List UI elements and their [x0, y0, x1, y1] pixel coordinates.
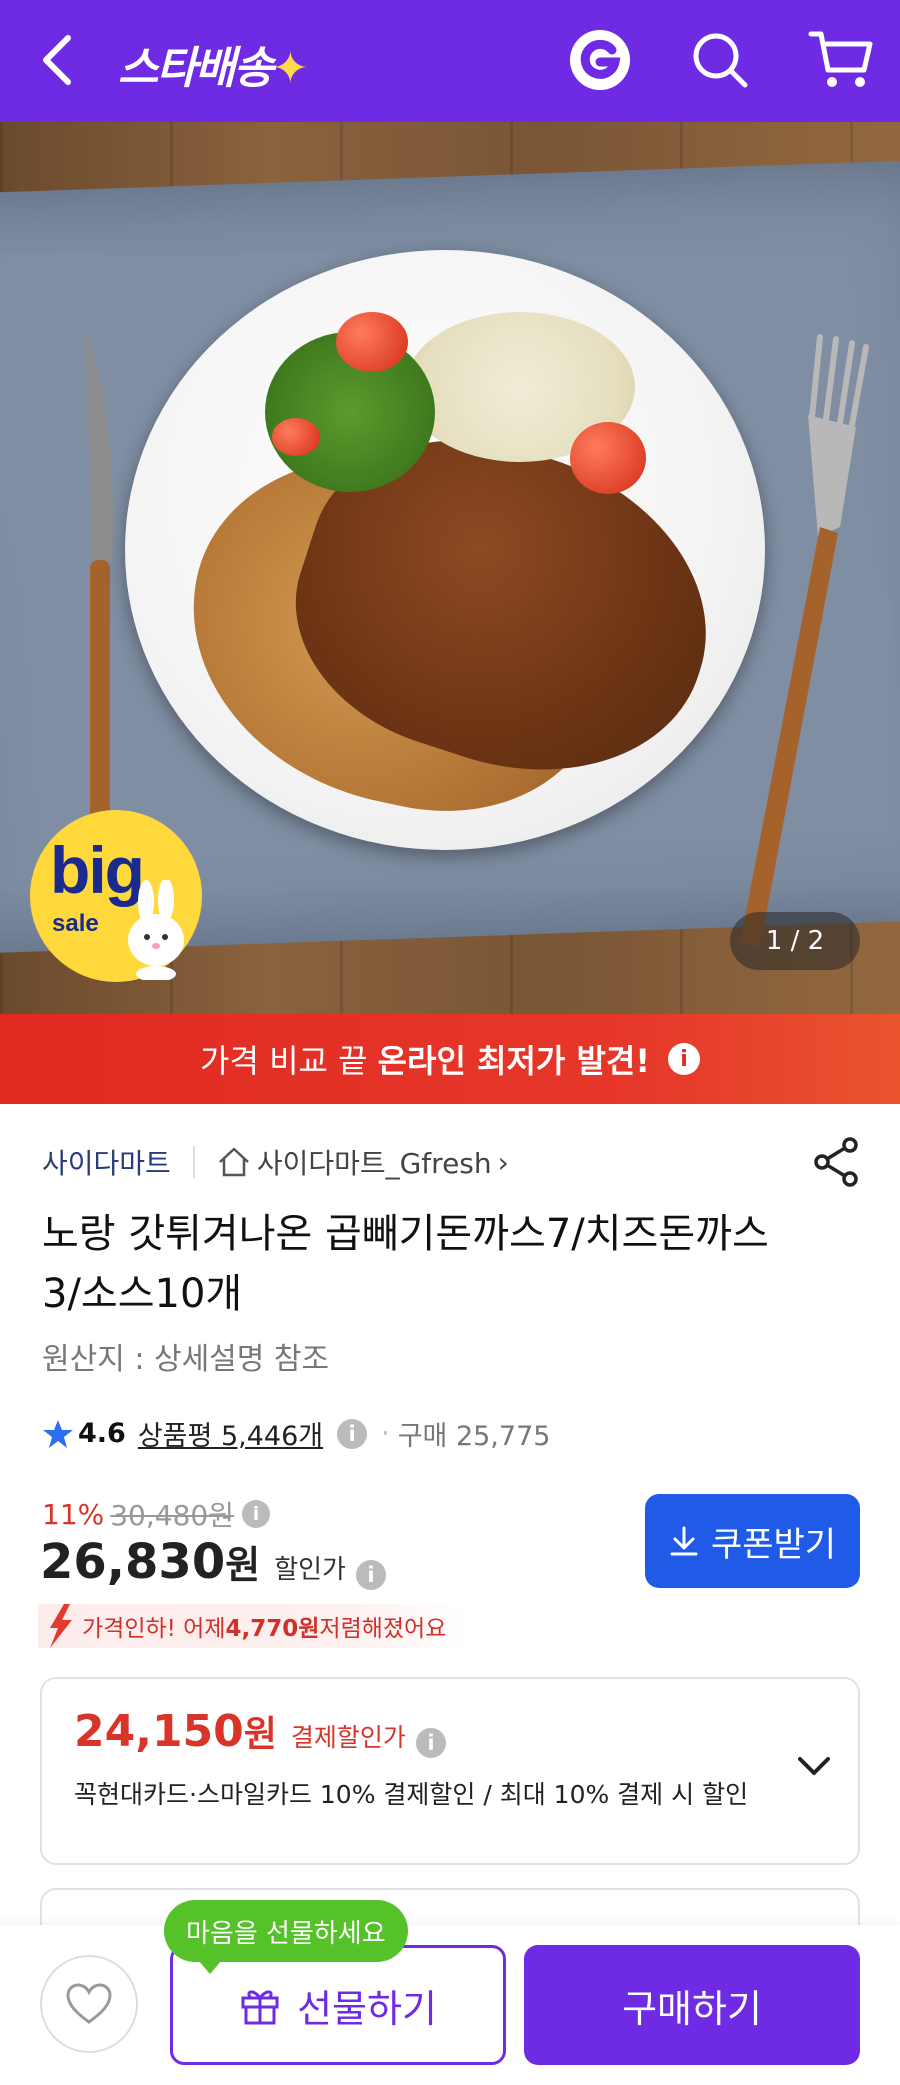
price-drop-text-post: 저렴해졌어요	[319, 1616, 447, 1642]
back-arrow-icon[interactable]	[38, 30, 78, 90]
currency-won: 원	[243, 1714, 277, 1755]
tomato	[570, 422, 646, 494]
image-counter: 1 / 2	[730, 912, 860, 970]
buy-button[interactable]: 구매하기	[524, 1945, 860, 2065]
reviews-link[interactable]: 상품평 5,446개	[138, 1414, 323, 1453]
search-icon[interactable]	[690, 30, 750, 90]
price-drop-text-pre: 가격인하! 어제	[82, 1616, 226, 1642]
buy-button-label: 구매하기	[622, 1986, 762, 2031]
info-icon[interactable]: i	[337, 1418, 368, 1449]
cart-icon[interactable]	[808, 28, 874, 92]
share-icon[interactable]	[812, 1136, 862, 1188]
payment-discount-card[interactable]: 24,150 원 결제할인가 i 꼭현대카드·스마일카드 10% 결제할인 / …	[40, 1677, 860, 1865]
sparkle-icon: ✦	[271, 43, 309, 94]
price-drop-notice: 가격인하! 어제 4,770원 저렴해졌어요	[38, 1604, 467, 1648]
gift-icon	[241, 1990, 279, 2025]
product-image-carousel[interactable]: big sale 1 / 2	[0, 122, 900, 1014]
coupon-button[interactable]: 쿠폰받기	[645, 1494, 860, 1588]
home-icon	[218, 1147, 249, 1177]
big-sale-badge: big sale	[30, 810, 202, 982]
store-name: 사이다마트_Gfresh	[256, 1147, 492, 1180]
rating-row: 4.6 상품평 5,446개 i · 구매 25,775	[42, 1414, 550, 1453]
heart-icon	[66, 1983, 112, 2024]
info-icon[interactable]: i	[667, 1043, 700, 1075]
info-icon[interactable]: i	[241, 1500, 270, 1528]
banner-prefix: 가격 비교 끝	[200, 1042, 368, 1080]
sale-price-label: 할인가	[274, 1555, 346, 1585]
discount-row: 11% 30,480원 i	[42, 1494, 270, 1534]
gmarket-g-icon[interactable]	[568, 28, 632, 92]
tomato	[272, 418, 320, 456]
down-arrow-icon	[50, 1604, 72, 1648]
divider	[192, 1146, 195, 1178]
product-title: 노랑 갓튀겨나온 곱빼기돈까스7/치즈돈까스3/소스10개	[42, 1211, 769, 1317]
info-icon[interactable]: i	[355, 1560, 386, 1590]
app-logo[interactable]: 스타배송✦	[118, 32, 309, 96]
chevron-down-icon[interactable]	[794, 1747, 834, 1787]
top-bar: 스타배송✦	[0, 0, 900, 122]
payment-price-row: 24,150 원 결제할인가 i	[74, 1705, 446, 1758]
price-drop-amount: 4,770원	[225, 1616, 320, 1642]
rating-score: 4.6	[78, 1418, 126, 1449]
payment-price-label: 결제할인가	[290, 1723, 406, 1752]
dot-separator: ·	[381, 1418, 390, 1449]
info-icon[interactable]: i	[415, 1728, 446, 1758]
lowest-price-banner[interactable]: 가격 비교 끝 온라인 최저가 발견! i	[0, 1014, 900, 1104]
sale-price: 26,830	[40, 1534, 226, 1590]
origin-text: 원산지 : 상세설명 참조	[42, 1342, 330, 1377]
download-icon	[670, 1526, 698, 1556]
sale-price-row: 26,830 원 할인가 i	[40, 1534, 386, 1590]
tomato	[336, 312, 408, 372]
purchase-count: 구매 25,775	[397, 1421, 551, 1452]
logo-text: 스타배송	[118, 43, 274, 94]
discount-percent: 11%	[42, 1497, 105, 1531]
fork-icon	[740, 334, 869, 947]
seller-name-link[interactable]: 사이다마트	[42, 1142, 171, 1182]
seller-row: 사이다마트 사이다마트_Gfresh ›	[42, 1142, 509, 1182]
star-icon	[43, 1419, 73, 1448]
gift-tooltip: 마음을 선물하세요	[164, 1900, 408, 1974]
currency-won: 원	[225, 1543, 261, 1587]
original-price: 30,480원	[110, 1499, 234, 1532]
coupon-button-label: 쿠폰받기	[710, 1524, 837, 1565]
payment-price: 24,150	[74, 1706, 244, 1757]
payment-description: 꼭현대카드·스마일카드 10% 결제할인 / 최대 10% 결제 시 할인	[74, 1780, 749, 1809]
bunny-icon	[128, 880, 184, 980]
wishlist-button[interactable]	[40, 1955, 138, 2053]
gift-button-label: 선물하기	[297, 1986, 437, 2031]
store-link[interactable]: 사이다마트_Gfresh ›	[217, 1142, 509, 1182]
banner-strong-text: 온라인 최저가 발견!	[377, 1042, 650, 1080]
chevron-right-icon: ›	[497, 1145, 509, 1179]
badge-sale-text: sale	[52, 910, 99, 937]
